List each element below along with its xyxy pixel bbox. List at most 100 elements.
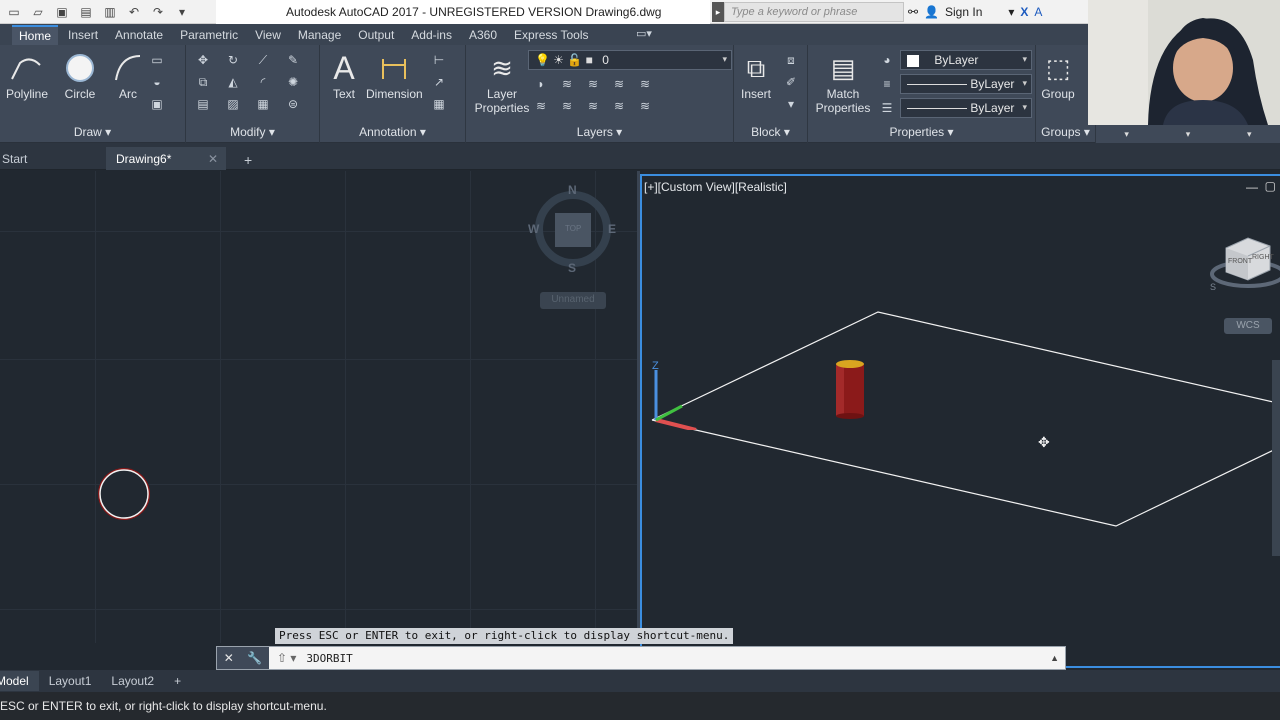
layer-isolate-icon[interactable]: ≋ [558, 75, 576, 93]
groups-panel-title[interactable]: Groups ▾ [1036, 125, 1095, 139]
copy-icon[interactable]: ⧉ [194, 73, 212, 91]
tab-view[interactable]: View [248, 26, 288, 44]
stretch-icon[interactable]: ▤ [194, 95, 212, 113]
tab-home[interactable]: Home [12, 24, 59, 45]
chevron-down-icon[interactable]: ▾ [1008, 5, 1014, 19]
layer-lock-icon[interactable]: ≋ [610, 75, 628, 93]
rotate-icon[interactable]: ↻ [224, 51, 242, 69]
unnamed-ucs-button[interactable]: Unnamed [540, 292, 606, 309]
save-icon[interactable]: ▣ [52, 3, 72, 21]
offset-icon[interactable]: ⊜ [284, 95, 302, 113]
search-expand-icon[interactable]: ▸ [712, 2, 724, 22]
layer-merge-icon[interactable]: ≋ [610, 97, 628, 115]
layers-panel-title[interactable]: Layers ▾ [466, 125, 733, 139]
layer-copy-icon[interactable]: ≋ [558, 97, 576, 115]
tab-insert[interactable]: Insert [61, 26, 105, 44]
tab-manage[interactable]: Manage [291, 26, 348, 44]
tab-annotate[interactable]: Annotate [108, 26, 170, 44]
polyline-button[interactable]: Polyline [6, 49, 48, 101]
layer-off-icon[interactable]: ◗ [532, 75, 550, 93]
open-file-icon[interactable]: ▱ [28, 3, 48, 21]
tab-a360[interactable]: A360 [462, 26, 504, 44]
undo-icon[interactable]: ↶ [124, 3, 144, 21]
qat-dropdown-icon[interactable]: ▾ [172, 3, 192, 21]
properties-panel-title[interactable]: Properties ▾ [808, 125, 1035, 139]
exchange-icon[interactable]: X [1020, 5, 1028, 19]
edit-block-icon[interactable]: ✐ [782, 73, 800, 91]
command-history-icon[interactable]: ⇧ ▾ [269, 651, 296, 665]
command-line[interactable]: ✕ 🔧 ⇧ ▾ 3DORBIT ▲ [216, 646, 1066, 670]
command-input[interactable]: 3DORBIT [296, 652, 352, 665]
tab-add-ins[interactable]: Add-ins [404, 26, 459, 44]
customize-icon[interactable]: 🔧 [247, 651, 262, 665]
layer-freeze-icon[interactable]: ≋ [584, 75, 602, 93]
tab-output[interactable]: Output [351, 26, 401, 44]
new-tab-button[interactable]: + [234, 147, 262, 170]
array-icon[interactable]: ▦ [254, 95, 272, 113]
table-icon[interactable]: ▦ [430, 95, 448, 113]
redo-icon[interactable]: ↷ [148, 3, 168, 21]
linear-dimension-icon[interactable]: ⊢ [430, 51, 448, 69]
create-block-icon[interactable]: ⧈ [782, 51, 800, 69]
close-icon[interactable]: ✕ [208, 152, 218, 166]
annotation-panel-title[interactable]: Annotation ▾ [320, 125, 465, 139]
fillet-icon[interactable]: ◜ [254, 73, 272, 91]
group-button[interactable]: ⬚ Group [1040, 49, 1076, 101]
mirror-icon[interactable]: ◭ [224, 73, 242, 91]
text-button[interactable]: A Text [326, 49, 362, 101]
dimension-button[interactable]: Dimension [366, 49, 423, 101]
linetype-dropdown[interactable]: ByLayer ▾ [900, 74, 1032, 94]
layer-match-icon[interactable]: ≋ [636, 75, 654, 93]
viewcube-right[interactable]: RIGHT [1252, 254, 1274, 261]
layer-dropdown[interactable]: 💡 ☀ 🔓 ■ 0 ▾ [528, 50, 732, 70]
cylinder-object[interactable] [834, 358, 868, 420]
match-properties-button[interactable]: ▤ Match Properties [814, 49, 872, 115]
tab-express-tools[interactable]: Express Tools [507, 26, 595, 44]
search-input[interactable]: Type a keyword or phrase [724, 2, 904, 22]
circle-button[interactable]: Circle [62, 49, 98, 101]
print-icon[interactable]: ▥ [100, 3, 120, 21]
tab-layout2[interactable]: Layout2 [101, 671, 164, 691]
compass-widget[interactable]: N S W E TOP [528, 181, 618, 281]
trim-icon[interactable]: ⟋ [254, 51, 272, 69]
block-panel-title[interactable]: Block ▾ [734, 125, 807, 139]
plane-outline[interactable] [642, 176, 1280, 670]
chevron-up-icon[interactable]: ▲ [1050, 653, 1059, 663]
leader-icon[interactable]: ↗ [430, 73, 448, 91]
layer-properties-button[interactable]: ≋ Layer Properties [472, 49, 532, 115]
save-as-icon[interactable]: ▤ [76, 3, 96, 21]
lineweight-dropdown[interactable]: ByLayer ▾ [900, 98, 1032, 118]
arc-button[interactable]: Arc [110, 49, 146, 101]
viewcube[interactable]: FRONT RIGHT S [1204, 230, 1280, 300]
signin-area[interactable]: ⚯ 👤 Sign In ▾ X A [908, 3, 1042, 21]
autodesk-a360-icon[interactable]: A [1034, 5, 1042, 19]
tab-layout1[interactable]: Layout1 [39, 671, 102, 691]
right-viewport[interactable]: [+][Custom View][Realistic] — ▢ Z FRONT … [640, 174, 1280, 668]
add-layout-button[interactable]: + [164, 671, 191, 691]
tab-drawing6[interactable]: Drawing6* ✕ [106, 147, 226, 170]
chevron-down-icon[interactable]: ▾ [1247, 129, 1252, 140]
circle-object[interactable] [97, 467, 151, 521]
color-dropdown[interactable]: ByLayer ▾ [900, 50, 1032, 70]
layer-delete-icon[interactable]: ≋ [636, 97, 654, 115]
modify-panel-title[interactable]: Modify ▾ [186, 125, 319, 139]
new-file-icon[interactable]: ▭ [4, 3, 24, 21]
block-attribute-icon[interactable]: ▾ [782, 95, 800, 113]
close-icon[interactable]: ✕ [224, 651, 234, 665]
binoculars-icon[interactable]: ⚯ [908, 5, 918, 19]
layer-current-icon[interactable]: ≋ [532, 97, 550, 115]
region-icon[interactable]: ▣ [148, 95, 166, 113]
insert-button[interactable]: ⧉ Insert [738, 49, 774, 101]
tab-start[interactable]: Start [0, 147, 37, 170]
navbar[interactable] [1272, 360, 1280, 556]
hatch-icon[interactable]: ◒ [148, 73, 166, 91]
scale-icon[interactable]: ▨ [224, 95, 242, 113]
move-icon[interactable]: ✥ [194, 51, 212, 69]
tab-model[interactable]: Model [0, 671, 39, 691]
viewcube-front[interactable]: FRONT [1228, 258, 1252, 265]
chevron-down-icon[interactable]: ▾ [1186, 129, 1191, 140]
draw-panel-title[interactable]: Draw ▾ [0, 125, 185, 139]
explode-icon[interactable]: ✺ [284, 73, 302, 91]
signin-label[interactable]: Sign In [945, 5, 982, 19]
chevron-down-icon[interactable]: ▾ [1124, 129, 1129, 140]
